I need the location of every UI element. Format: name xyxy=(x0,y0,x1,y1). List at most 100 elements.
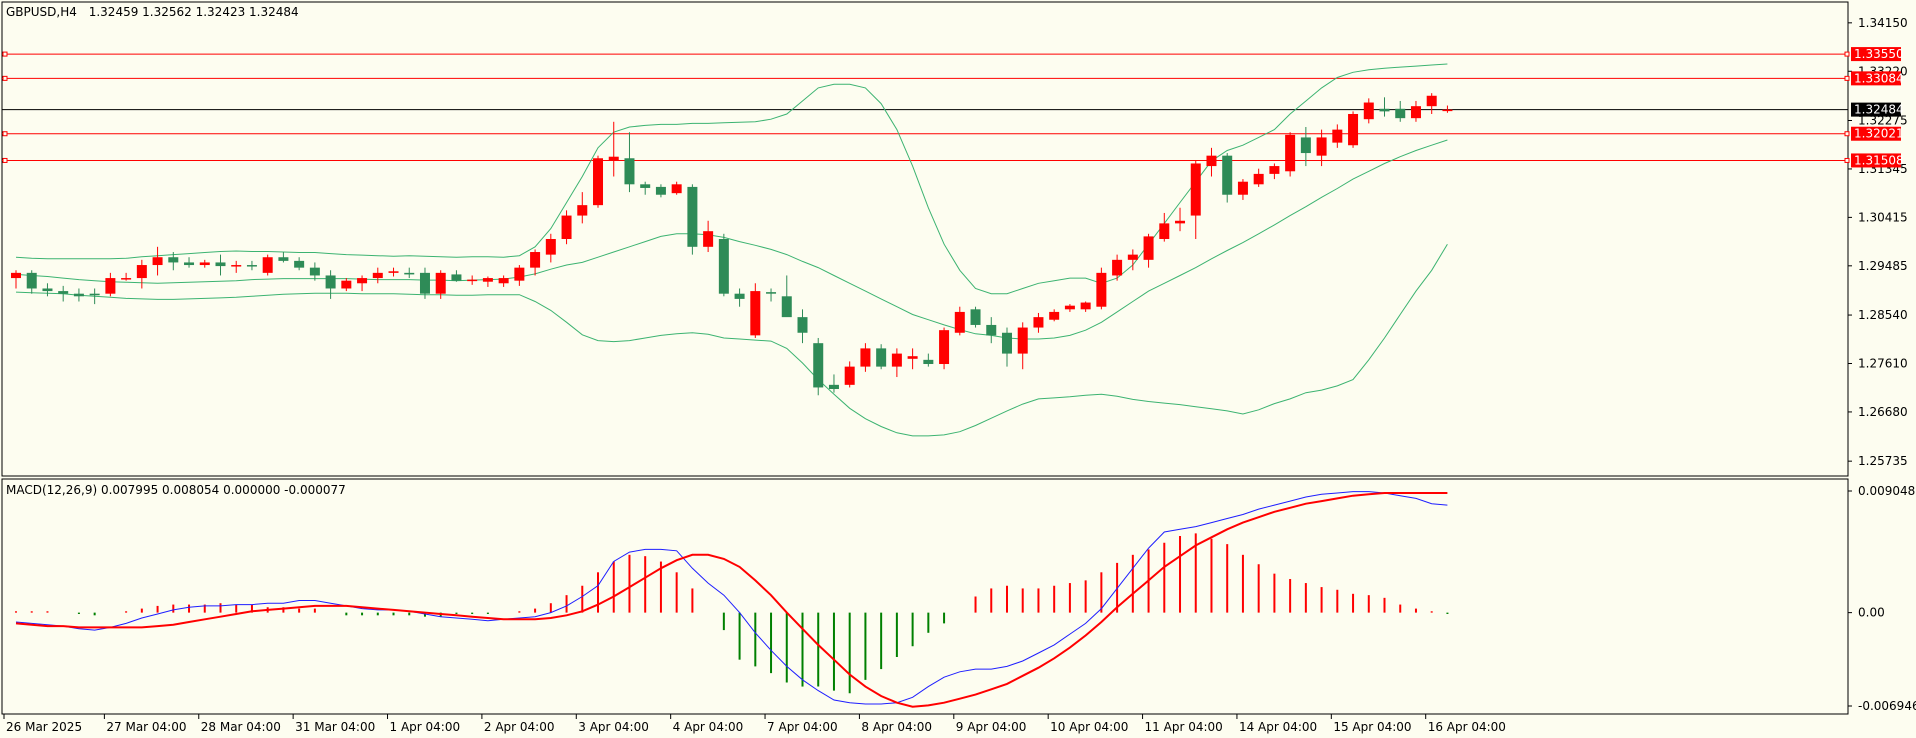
candle-body xyxy=(828,384,839,390)
candle-body xyxy=(1112,259,1123,276)
price-axis-label: 1.34150 xyxy=(1858,16,1908,30)
candle xyxy=(750,283,761,338)
candle-body xyxy=(1379,108,1390,112)
candle-body xyxy=(498,278,509,284)
candle-body xyxy=(404,272,415,275)
candle-body xyxy=(1348,113,1359,146)
price-axis-label: 1.27610 xyxy=(1858,356,1908,370)
price-level-marker xyxy=(2,51,8,57)
candle-body xyxy=(105,278,116,294)
candle-body xyxy=(766,292,777,294)
candle-body xyxy=(671,184,682,194)
candle-body xyxy=(325,275,336,289)
candle-body xyxy=(1285,134,1296,172)
candle-body xyxy=(1442,109,1453,112)
ohlc-values: 1.32459 1.32562 1.32423 1.32484 xyxy=(89,5,299,19)
price-level-tag-label: 1.33550 xyxy=(1854,47,1904,61)
candle-body xyxy=(1049,311,1060,320)
candle-body xyxy=(514,267,525,281)
price-axis-label: 1.30415 xyxy=(1858,210,1908,224)
candle-body xyxy=(844,366,855,385)
candle-body xyxy=(294,260,305,268)
candle xyxy=(262,254,273,276)
macd-axis-label: 0.00 xyxy=(1858,606,1885,620)
candle-body xyxy=(624,158,635,185)
price-level-marker xyxy=(2,131,8,137)
symbol-timeframe: GBPUSD,H4 xyxy=(6,5,77,19)
chart-canvas[interactable]: 1.341501.332201.322751.313451.304151.294… xyxy=(0,0,1916,738)
price-axis-label: 1.26680 xyxy=(1858,405,1908,419)
candle-body xyxy=(1096,272,1107,307)
candle-body xyxy=(121,278,132,280)
time-axis-label: 1 Apr 04:00 xyxy=(390,720,461,734)
chart-window[interactable]: 1.34150 1.33220 1.32275 1.31345 1.30415 1.294… xyxy=(0,0,1916,738)
candle-body xyxy=(1159,223,1170,239)
candle-body xyxy=(1080,302,1091,310)
candle-body xyxy=(1253,173,1264,185)
macd-indicator-label: MACD(12,26,9) 0.007995 0.008054 0.000000… xyxy=(6,483,346,497)
candle-body xyxy=(215,262,226,267)
price-level-marker xyxy=(1844,157,1850,163)
candle xyxy=(718,233,729,297)
price-level-tag-label: 1.32021 xyxy=(1854,127,1904,141)
candle-body xyxy=(750,291,761,336)
candle-body xyxy=(1395,108,1406,119)
candle-body xyxy=(718,239,729,294)
candle-body xyxy=(357,278,368,284)
candle-body xyxy=(1410,106,1421,119)
candle-body xyxy=(451,274,462,281)
candle-body xyxy=(813,343,824,388)
candle xyxy=(939,327,950,370)
time-axis-label: 10 Apr 04:00 xyxy=(1050,720,1128,734)
candle-body xyxy=(530,252,541,268)
candle-body xyxy=(608,156,619,161)
macd-axis-label: 0.009048 xyxy=(1858,484,1915,498)
time-axis-label: 3 Apr 04:00 xyxy=(578,720,649,734)
candle-body xyxy=(1426,95,1437,107)
candle-body xyxy=(73,293,84,297)
candle-body xyxy=(1064,305,1075,310)
candle xyxy=(687,184,698,255)
candle-body xyxy=(1206,155,1217,167)
price-level-marker xyxy=(1844,51,1850,57)
time-axis-label: 14 Apr 04:00 xyxy=(1239,720,1317,734)
candle-body xyxy=(954,311,965,333)
time-axis-label: 2 Apr 04:00 xyxy=(484,720,555,734)
candle-body xyxy=(561,215,572,239)
candle-body xyxy=(42,288,53,292)
time-axis-label: 31 Mar 04:00 xyxy=(295,720,375,734)
current-price-tag-label: 1.32484 xyxy=(1854,103,1904,117)
candle xyxy=(593,155,604,208)
candle-body xyxy=(435,272,446,294)
candle-body xyxy=(231,265,242,267)
candle-body xyxy=(1316,137,1327,156)
candle-body xyxy=(640,184,651,188)
candle-body xyxy=(593,158,604,206)
candle-body xyxy=(1363,102,1374,120)
time-axis-label: 15 Apr 04:00 xyxy=(1333,720,1411,734)
candle xyxy=(1285,132,1296,177)
candle xyxy=(813,337,824,396)
candle-body xyxy=(545,239,556,255)
candle-body xyxy=(703,231,714,247)
symbol-info: GBPUSD,H4 1.32459 1.32562 1.32423 1.3248… xyxy=(6,5,299,19)
time-axis-label: 16 Apr 04:00 xyxy=(1428,720,1506,734)
candle-body xyxy=(341,280,352,289)
time-axis-label: 8 Apr 04:00 xyxy=(861,720,932,734)
candle-body xyxy=(467,279,478,282)
candle-body xyxy=(907,356,918,359)
candle-body xyxy=(199,262,210,266)
candle-body xyxy=(1143,236,1154,260)
candle-body xyxy=(1300,137,1311,154)
candle-body xyxy=(372,272,383,279)
candle-body xyxy=(1033,317,1044,328)
candle-body xyxy=(891,353,902,367)
candle-body xyxy=(1017,327,1028,354)
time-axis-label: 4 Apr 04:00 xyxy=(673,720,744,734)
candle xyxy=(1348,111,1359,148)
candle-body xyxy=(1175,220,1186,224)
price-level-marker xyxy=(2,75,8,81)
macd-axis-label: -0.006946 xyxy=(1858,699,1916,713)
price-axis-label: 1.25735 xyxy=(1858,454,1908,468)
chart-background xyxy=(0,0,1916,738)
